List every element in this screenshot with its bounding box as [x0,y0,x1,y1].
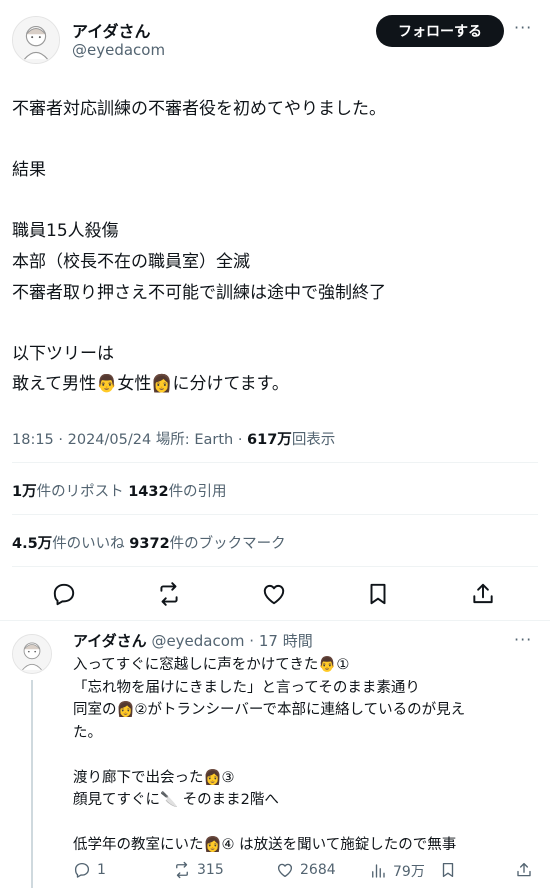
divider [12,462,538,463]
tweet-text-line: 不審者取り押さえ不可能で訓練は途中で強制終了 [12,282,386,303]
like-label: 件のいいね [52,536,125,552]
bookmark-stat[interactable]: 9372件のブックマーク [129,536,285,552]
reply-reply-count: 1 [97,862,106,878]
tweet-text: 不審者対応訓練の不審者役を初めてやりました。 結果 職員15人殺傷 本部（校長不… [12,94,532,400]
reply-text-line: 同室の👩②がトランシーバーで本部に連絡しているのが見え [73,702,466,718]
reply-author-handle[interactable]: @eyedacom [151,632,244,650]
action-bar [0,570,550,616]
post-header: アイダさん @eyedacom フォローする ··· [0,0,550,80]
bookmark-label: 件のブックマーク [169,536,286,552]
tweet-text-line: 不審者対応訓練の不審者役を初めてやりました。 [12,99,386,119]
more-options-icon[interactable]: ··· [514,18,532,37]
like-icon [277,863,293,878]
repost-count: 1万 [12,484,37,500]
tweet-text-line [12,186,532,217]
repost-icon [176,861,188,879]
tweet-text-line [12,125,532,156]
divider [12,514,538,515]
reply-text-line [73,744,533,767]
reply-text-line: 低学年の教室にいた👩④ は放送を聞いて施錠したので無事 [73,837,457,853]
reply-view-count: 79万 [393,864,425,880]
location: Earth [194,432,234,448]
author-name[interactable]: アイダさん [72,18,151,42]
tweet-text-line: 以下ツリーは [12,343,114,364]
bookmark-count: 9372 [129,536,170,552]
tweet-text-line: 本部（校長不在の職員室）全滅 [12,251,250,272]
reply-header: アイダさん @eyedacom · 17 時間 [73,632,313,650]
bookmark-icon[interactable] [362,578,394,610]
reply-author-name[interactable]: アイダさん [73,632,147,650]
repost-stat[interactable]: 1万件のリポスト [12,484,124,500]
divider [0,620,550,621]
reply-bookmark-button[interactable] [439,861,463,879]
divider [12,566,538,567]
view-count: 617万 [247,432,292,448]
tweet-text-line: 結果 [12,160,46,181]
like-stat[interactable]: 4.5万件のいいね [12,536,125,552]
reply-tweet[interactable]: アイダさん @eyedacom · 17 時間 ··· 入ってすぐに窓越しに声を… [0,622,550,888]
like-icon[interactable] [258,578,290,610]
reply-text-line: 渡り廊下で出会った👩③ [73,769,235,786]
reply-text-line: た。 [73,724,102,741]
author-avatar[interactable] [12,16,60,64]
reply-text: 入ってすぐに窓越しに声をかけてきた👨① 「忘れ物を届けにきました」と言ってそのま… [73,654,533,857]
repost-quote-stats: 1万件のリポスト 1432件の引用 [12,480,227,501]
post-date[interactable]: 2024/05/24 [68,432,152,448]
reply-text-line: 顔見てすぐに🔪 そのまま2階へ [73,792,279,808]
post-time[interactable]: 18:15 [12,432,54,448]
reply-repost-button[interactable]: 315 [173,861,224,879]
views-icon [372,864,385,878]
repost-label: 件のリポスト [36,484,124,500]
follow-button[interactable]: フォローする [376,15,504,47]
author-handle[interactable]: @eyedacom [72,41,165,59]
quote-count: 1432 [128,484,169,500]
reply-icon [74,862,90,878]
location-label: 場所: [155,432,190,448]
reply-author-avatar[interactable] [12,634,52,674]
reply-views-button[interactable]: 79万 [369,861,425,881]
reply-text-line: 「忘れ物を届けにきました」と言ってそのまま素通り [73,679,420,696]
quote-stat[interactable]: 1432件の引用 [128,484,226,500]
reply-repost-count: 315 [197,862,224,878]
reply-time[interactable]: 17 時間 [259,632,313,650]
reply-like-button[interactable]: 2684 [276,861,336,879]
tweet-text-line [12,308,532,339]
thread-line [31,680,33,888]
reply-text-line [73,812,533,835]
view-count-label: 回表示 [291,432,336,448]
reply-more-options-icon[interactable]: ··· [514,630,532,649]
reply-share-button[interactable] [515,861,539,879]
reply-reply-button[interactable]: 1 [73,861,106,879]
tweet-text-line: 職員15人殺傷 [12,221,119,242]
like-bookmark-stats: 4.5万件のいいね 9372件のブックマーク [12,532,286,553]
reply-like-count: 2684 [300,862,336,878]
repost-icon[interactable] [153,578,185,610]
share-icon[interactable] [467,578,499,610]
tweet-text-line: 敢えて男性👨女性👩に分けてます。 [12,374,289,395]
post-meta: 18:15 · 2024/05/24 場所: Earth · 617万回表示 [12,432,336,448]
reply-action-bar: 1 315 2684 79万 [73,857,543,885]
reply-icon[interactable] [48,578,80,610]
quote-label: 件の引用 [168,484,227,500]
bookmark-icon [442,862,454,878]
like-count: 4.5万 [12,536,53,552]
share-icon [517,862,531,877]
reply-text-line: 入ってすぐに窓越しに声をかけてきた👨① [73,657,350,673]
